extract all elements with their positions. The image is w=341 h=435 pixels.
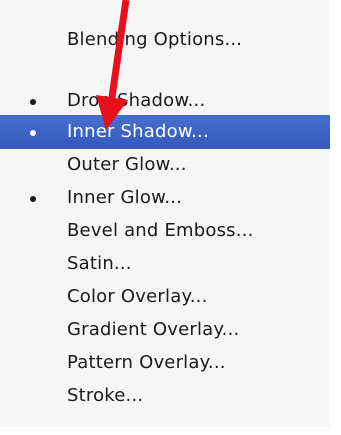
- menu-item-blending-options[interactable]: Blending Options...: [0, 23, 330, 57]
- menu-item-inner-shadow[interactable]: Inner Shadow...: [0, 115, 330, 149]
- menu-item-stroke[interactable]: Stroke...: [0, 379, 330, 413]
- menu-item-label: Drop Shadow...: [67, 90, 206, 111]
- menu-item-label: Stroke...: [67, 385, 144, 406]
- menu-item-satin[interactable]: Satin...: [0, 247, 330, 281]
- menu-item-pattern-overlay[interactable]: Pattern Overlay...: [0, 346, 330, 380]
- checked-bullet-icon: [30, 130, 36, 136]
- checked-bullet-icon: [30, 196, 36, 202]
- menu-item-gradient-overlay[interactable]: Gradient Overlay...: [0, 313, 330, 347]
- menu-item-outer-glow[interactable]: Outer Glow...: [0, 148, 330, 182]
- menu-item-inner-glow[interactable]: Inner Glow...: [0, 181, 330, 215]
- menu-item-label: Outer Glow...: [67, 154, 187, 175]
- menu-separator: [0, 68, 330, 69]
- menu-item-label: Satin...: [67, 253, 132, 274]
- menu-item-label: Inner Shadow...: [67, 121, 209, 142]
- menu-item-label: Bevel and Emboss...: [67, 220, 254, 241]
- menu-item-label: Inner Glow...: [67, 187, 183, 208]
- checked-bullet-icon: [30, 99, 36, 105]
- menu-item-drop-shadow[interactable]: Drop Shadow...: [0, 84, 330, 118]
- menu-item-label: Pattern Overlay...: [67, 352, 226, 373]
- menu-item-label: Gradient Overlay...: [67, 319, 240, 340]
- menu-item-bevel-and-emboss[interactable]: Bevel and Emboss...: [0, 214, 330, 248]
- layer-style-menu: Blending Options... Drop Shadow... Inner…: [0, 0, 330, 427]
- menu-item-label: Color Overlay...: [67, 286, 208, 307]
- menu-item-label: Blending Options...: [67, 29, 243, 50]
- menu-item-color-overlay[interactable]: Color Overlay...: [0, 280, 330, 314]
